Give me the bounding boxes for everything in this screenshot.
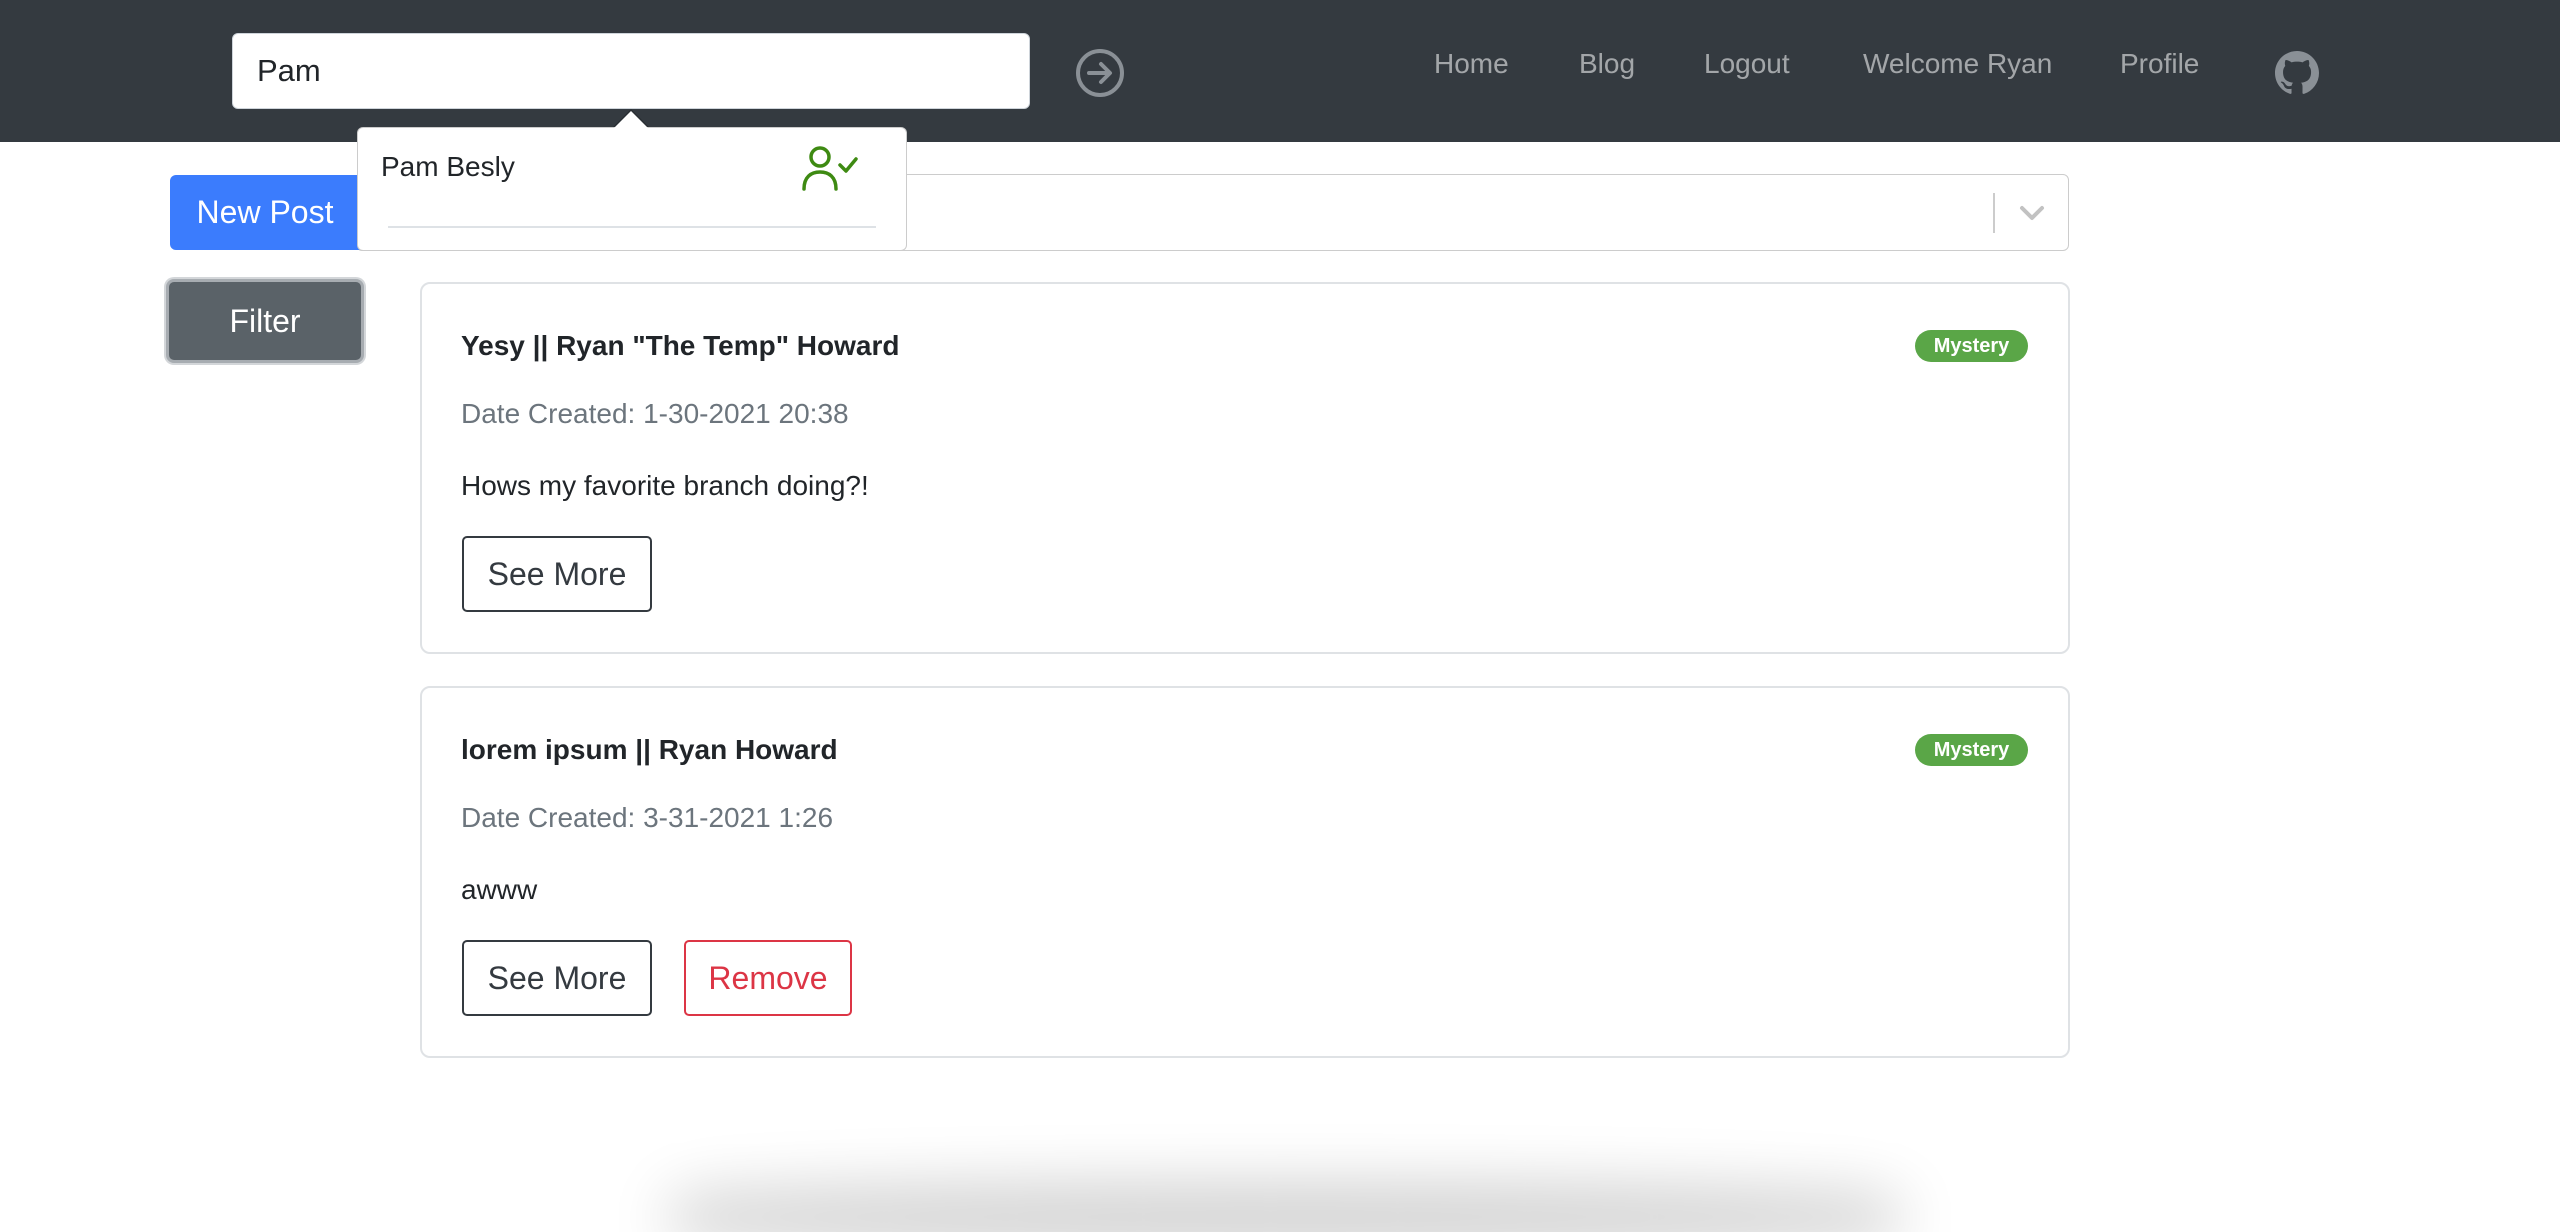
- nav-home-link[interactable]: Home: [1434, 50, 1509, 78]
- search-input[interactable]: [232, 33, 1030, 109]
- post-body: awww: [461, 874, 538, 905]
- arrow-right-circle-icon: [1076, 49, 1124, 97]
- nav-welcome-link[interactable]: Welcome Ryan: [1863, 50, 2052, 78]
- post-title: Yesy || Ryan "The Temp" Howard: [461, 330, 900, 361]
- search-result-user-name[interactable]: Pam Besly: [381, 153, 515, 181]
- popover-arrow: [614, 111, 648, 128]
- filter-button[interactable]: Filter: [166, 279, 364, 363]
- remove-button[interactable]: Remove: [684, 940, 852, 1016]
- post-date: Date Created: 3-31-2021 1:26: [461, 802, 834, 833]
- category-badge: Mystery: [1915, 734, 2028, 766]
- see-more-button[interactable]: See More: [462, 940, 652, 1016]
- popover-divider: [388, 226, 876, 228]
- github-icon: [2275, 51, 2319, 94]
- github-link[interactable]: [2274, 50, 2320, 96]
- chevron-down-icon: [2020, 206, 2044, 220]
- post-body: Hows my favorite branch doing?!: [461, 470, 869, 501]
- search-submit-button[interactable]: [1074, 47, 1126, 99]
- user-check-icon: [802, 146, 858, 191]
- select-dropdown-toggle[interactable]: [2012, 196, 2052, 230]
- nav-profile-link[interactable]: Profile: [2120, 50, 2199, 78]
- select-separator: [1993, 193, 1995, 233]
- add-friend-button[interactable]: [800, 143, 860, 195]
- see-more-button[interactable]: See More: [462, 536, 652, 612]
- post-date: Date Created: 1-30-2021 20:38: [461, 398, 849, 429]
- navbar: Home Blog Logout Welcome Ryan Profile: [0, 0, 2560, 142]
- new-post-button[interactable]: New Post: [170, 175, 360, 250]
- post-title: lorem ipsum || Ryan Howard: [461, 734, 838, 765]
- page: Home Blog Logout Welcome Ryan Profile Ne…: [0, 0, 2560, 1232]
- nav-blog-link[interactable]: Blog: [1579, 50, 1635, 78]
- category-badge: Mystery: [1915, 330, 2028, 362]
- nav-logout-link[interactable]: Logout: [1704, 50, 1790, 78]
